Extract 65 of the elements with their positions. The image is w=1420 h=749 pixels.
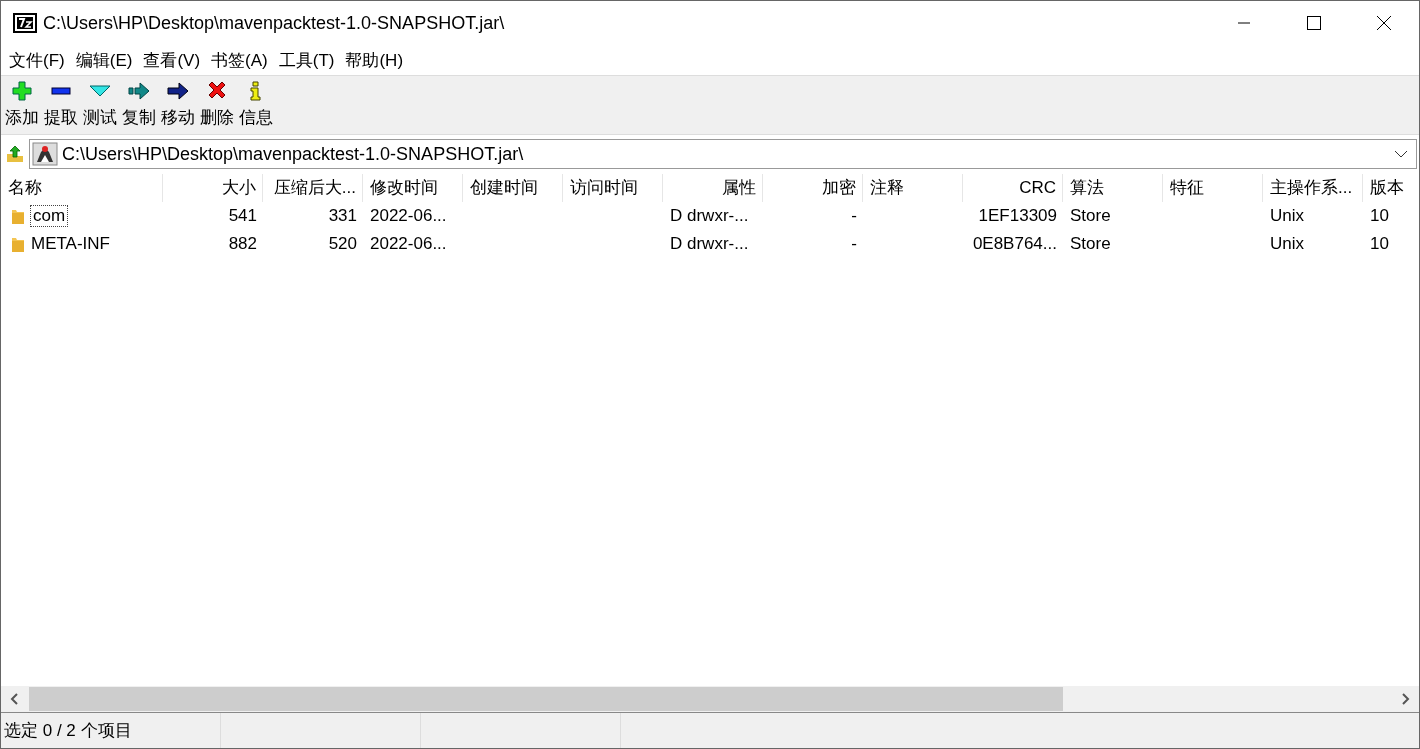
folder-icon: [11, 207, 25, 225]
file-name[interactable]: com: [31, 206, 68, 226]
column-header[interactable]: CRC: [963, 174, 1063, 202]
table-cell: 331: [328, 206, 357, 226]
menu-item[interactable]: 编辑(E): [70, 48, 139, 72]
file-name[interactable]: META-INF: [31, 234, 110, 254]
column-header[interactable]: 访问时间: [563, 174, 663, 202]
table-cell: Store: [1070, 234, 1111, 254]
menu-item[interactable]: 书签(A): [206, 48, 274, 72]
table-cell: D drwxr-...: [670, 206, 749, 226]
column-header[interactable]: 大小: [163, 174, 263, 202]
close-icon: [1376, 15, 1392, 31]
toolbar-button[interactable]: 提取: [43, 76, 79, 134]
dropdown-caret-icon[interactable]: [1394, 149, 1408, 159]
table-cell: 882: [228, 234, 257, 254]
address-input[interactable]: C:\Users\HP\Desktop\mavenpacktest-1.0-SNAPSHOT.jar\: [58, 143, 1386, 165]
menu-item[interactable]: 帮助(H): [340, 48, 410, 72]
table-cell: 10: [1370, 206, 1389, 226]
window-title: C:\Users\HP\Desktop\mavenpacktest-1.0-SNAPSHOT.jar\: [43, 12, 506, 34]
column-header[interactable]: 算法: [1063, 174, 1163, 202]
copy-icon: [128, 80, 150, 102]
table-cell: Unix: [1270, 234, 1304, 254]
column-header[interactable]: 注释: [863, 174, 963, 202]
toolbar-button[interactable]: 删除: [199, 76, 235, 134]
folder-icon: [11, 235, 25, 253]
menu-item[interactable]: 查看(V): [138, 48, 207, 72]
column-header[interactable]: 版本: [1363, 174, 1419, 202]
column-header[interactable]: 加密: [763, 174, 863, 202]
table-cell: 2022-06...: [370, 234, 447, 254]
table-cell: Unix: [1270, 206, 1304, 226]
toolbar-button[interactable]: 测试: [82, 76, 118, 134]
column-header[interactable]: 属性: [663, 174, 763, 202]
table-cell: 10: [1370, 234, 1389, 254]
folder-up-icon[interactable]: [5, 144, 25, 164]
column-header[interactable]: 名称: [1, 174, 163, 202]
table-cell: D drwxr-...: [670, 234, 749, 254]
scroll-right-icon[interactable]: [1400, 693, 1410, 705]
table-cell: 520: [328, 234, 357, 254]
column-header[interactable]: 修改时间: [363, 174, 463, 202]
table-cell: 2022-06...: [370, 206, 447, 226]
column-header[interactable]: 主操作系...: [1263, 174, 1363, 202]
table-cell: Store: [1070, 206, 1111, 226]
column-header[interactable]: 特征: [1163, 174, 1263, 202]
table-cell: 541: [228, 206, 257, 226]
address-field[interactable]: C:\Users\HP\Desktop\mavenpacktest-1.0-SNAPSHOT.jar\: [29, 139, 1417, 169]
menu-item[interactable]: 工具(T): [273, 48, 341, 72]
maximize-icon: [1306, 15, 1322, 31]
menu-item[interactable]: 文件(F): [4, 48, 71, 72]
table-cell: -: [851, 234, 857, 254]
toolbar-button[interactable]: 复制: [121, 76, 157, 134]
column-header[interactable]: 压缩后大...: [263, 174, 363, 202]
toolbar-button[interactable]: 信息: [238, 76, 274, 134]
table-cell: 1EF13309: [978, 206, 1057, 226]
scroll-left-icon[interactable]: [10, 693, 20, 705]
column-header[interactable]: 创建时间: [463, 174, 563, 202]
status-text: 选定 0 / 2 个项目: [4, 721, 132, 740]
app-icon: [13, 13, 37, 33]
table-cell: -: [851, 206, 857, 226]
move-icon: [167, 80, 189, 102]
add-icon: [11, 80, 33, 102]
table-cell: 0E8B764...: [972, 234, 1057, 254]
scrollbar-thumb[interactable]: [29, 687, 1063, 711]
toolbar-button[interactable]: 添加: [4, 76, 40, 134]
archive-file-icon: [32, 142, 58, 166]
toolbar-button[interactable]: 移动: [160, 76, 196, 134]
